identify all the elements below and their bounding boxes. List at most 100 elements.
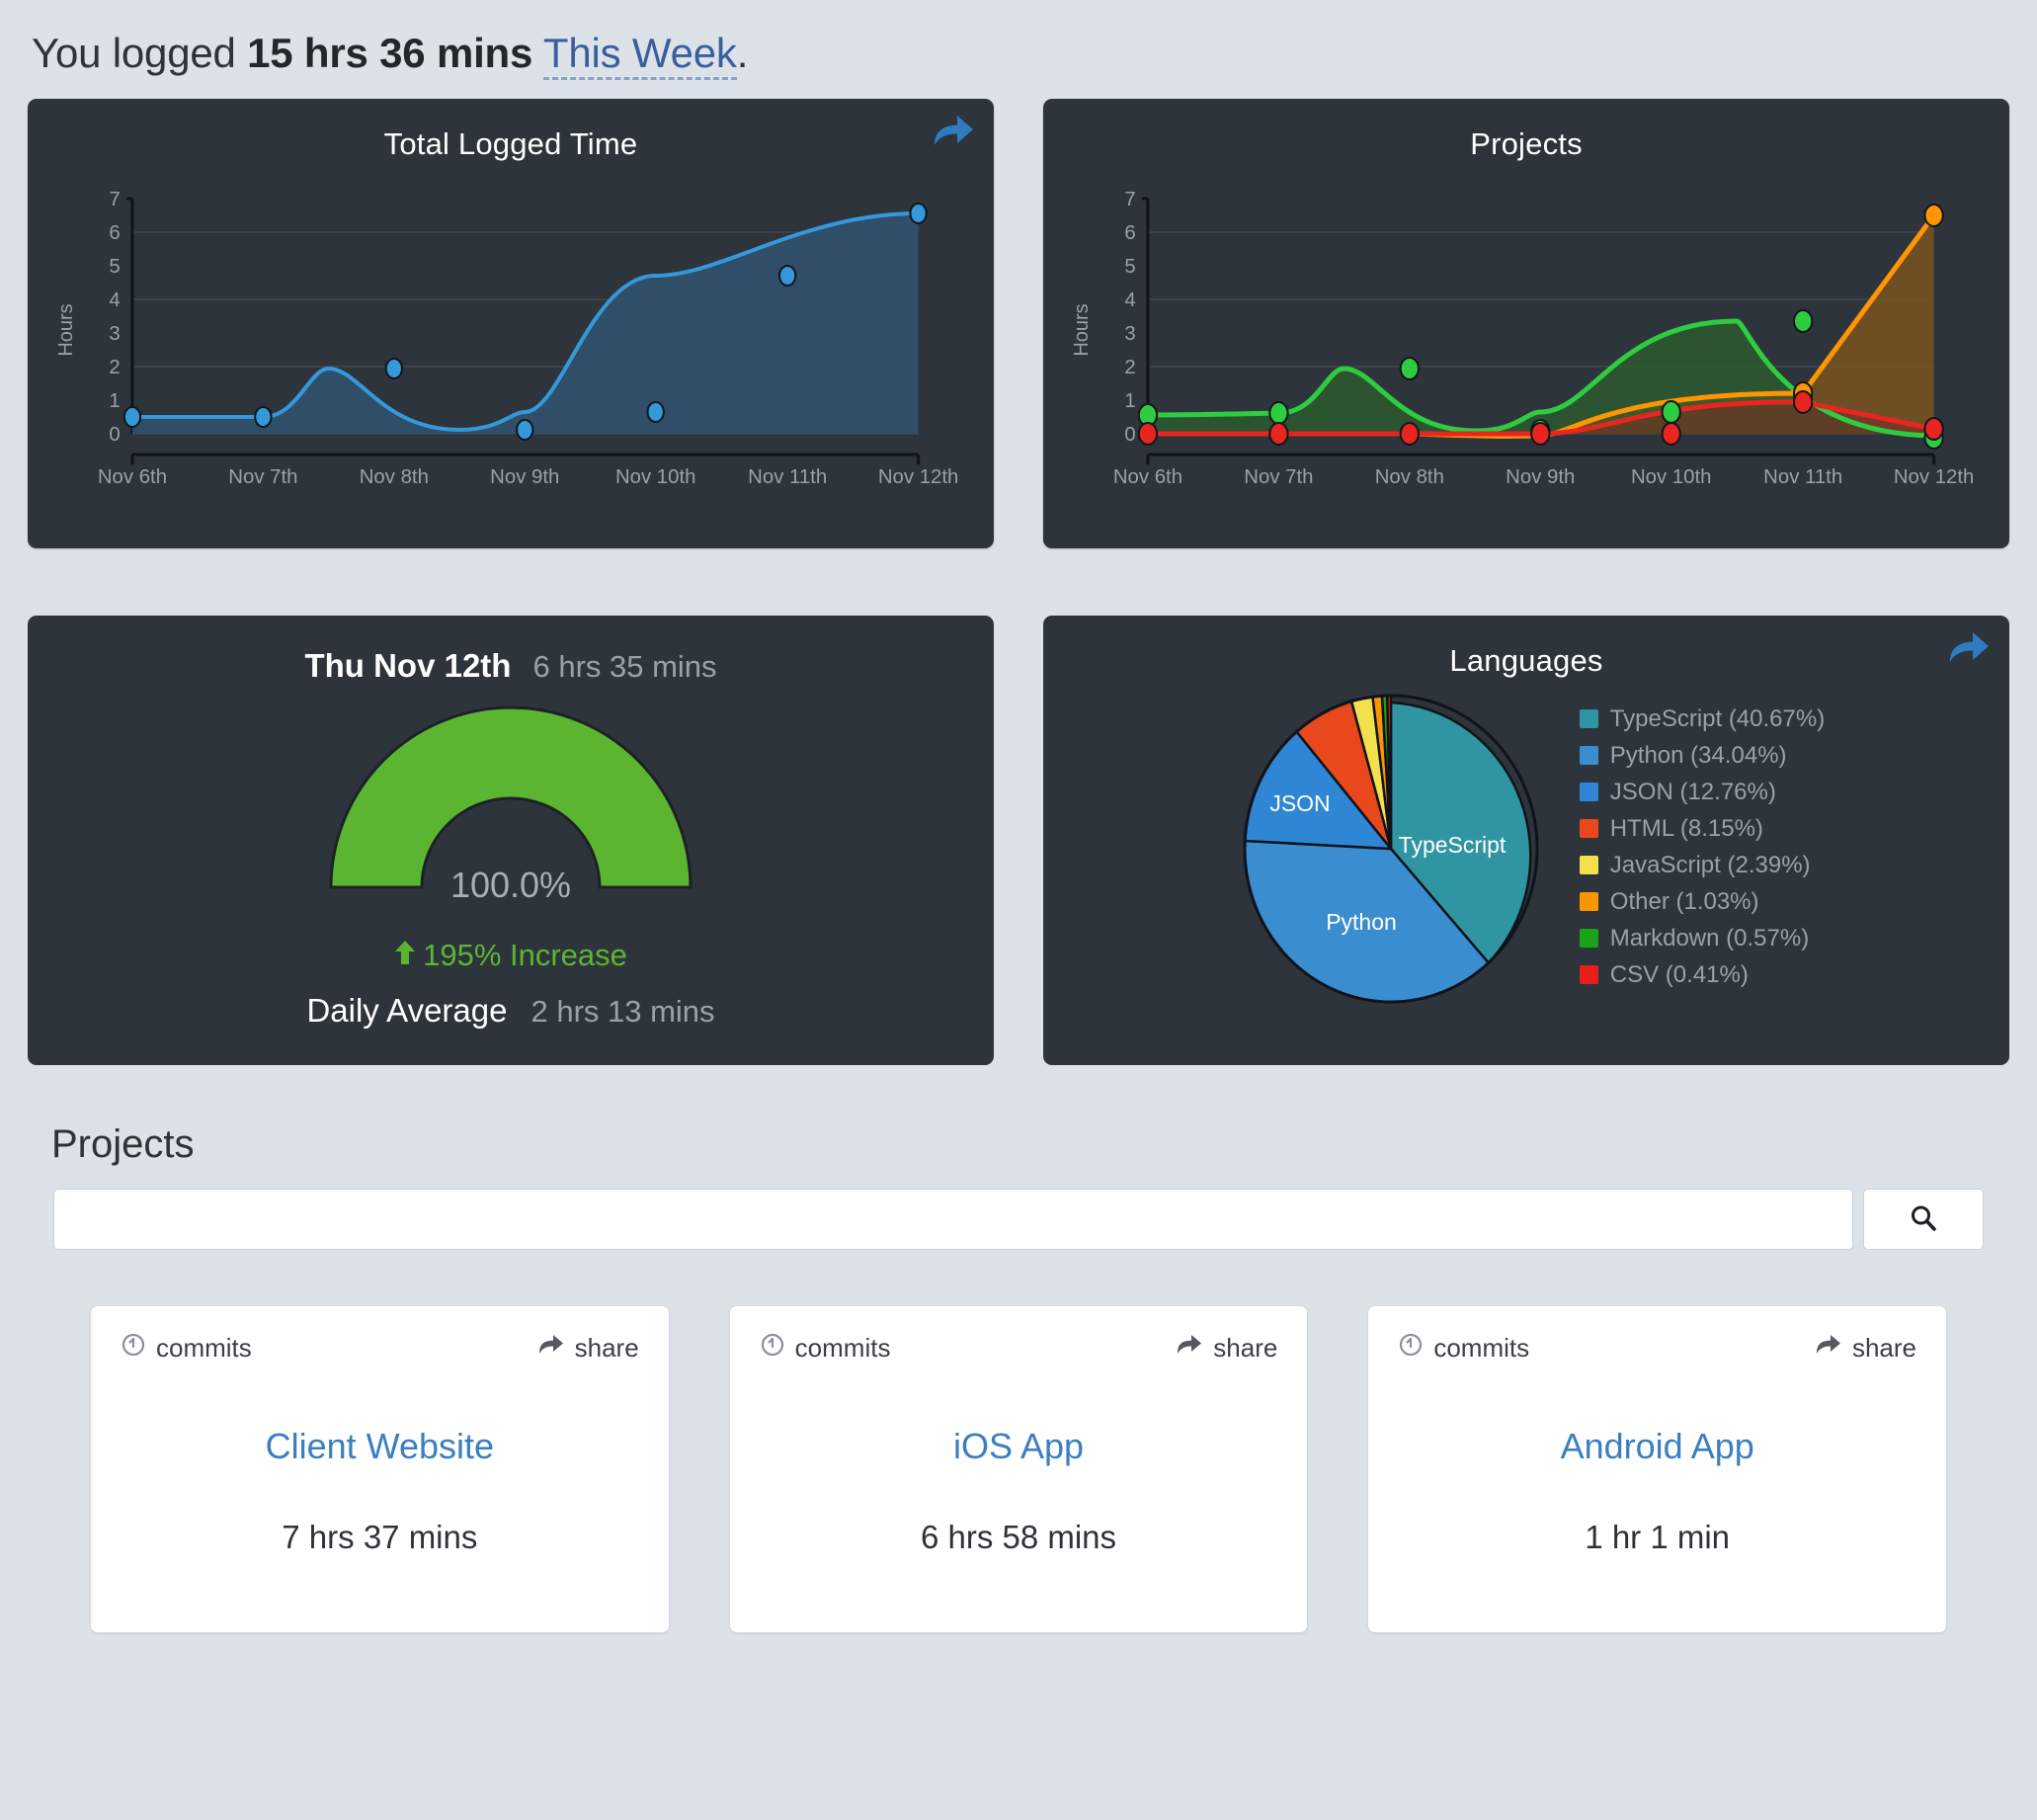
legend-label: JavaScript (2.39%) bbox=[1609, 851, 1811, 878]
svg-text:4: 4 bbox=[1124, 290, 1135, 311]
project-time: 6 hrs 58 mins bbox=[920, 1519, 1117, 1555]
svg-text:JSON: JSON bbox=[1269, 790, 1330, 816]
search-icon bbox=[1909, 1203, 1938, 1236]
arrow-up-icon bbox=[394, 938, 416, 973]
project-card[interactable]: commits share Client Website 7 hrs 37 mi… bbox=[91, 1306, 669, 1632]
daily-summary-card: Thu Nov 12th 6 hrs 35 mins 100.0% 195% I… bbox=[28, 616, 994, 1065]
legend-item: CSV (0.41%) bbox=[1579, 961, 1825, 989]
projects-chart-card: Projects 7 6 5 4 3 2 1 0 Hours Nov 6th N… bbox=[1043, 99, 2009, 548]
svg-text:5: 5 bbox=[109, 256, 120, 278]
projects-chart: 7 6 5 4 3 2 1 0 Hours Nov 6th Nov 7th No… bbox=[1043, 162, 2009, 488]
languages-chart: TypeScript Python JSON TypeScript (40.67… bbox=[1043, 689, 2009, 1005]
svg-text:7: 7 bbox=[109, 189, 120, 210]
headline-prefix: You logged bbox=[32, 30, 248, 76]
legend-label: HTML (8.15%) bbox=[1609, 814, 1763, 842]
svg-text:2: 2 bbox=[1124, 357, 1135, 378]
legend-swatch bbox=[1579, 819, 1598, 838]
daily-average-row: Daily Average 2 hrs 13 mins bbox=[28, 992, 994, 1030]
share-link[interactable]: share bbox=[1176, 1333, 1277, 1364]
commits-icon bbox=[1398, 1332, 1424, 1365]
svg-text:3: 3 bbox=[109, 323, 120, 345]
legend-item: TypeScript (40.67%) bbox=[1579, 705, 1825, 733]
x-tick-label: Nov 9th bbox=[490, 466, 559, 488]
share-arrow-icon[interactable] bbox=[931, 113, 976, 150]
total-logged-time-chart: 7 6 5 4 3 2 1 0 Hours Nov 6th Nov 7th No… bbox=[28, 162, 994, 488]
share-link[interactable]: share bbox=[537, 1333, 639, 1364]
legend-swatch bbox=[1579, 783, 1598, 801]
legend-label: Markdown (0.57%) bbox=[1609, 924, 1810, 951]
share-arrow-icon[interactable] bbox=[1946, 629, 1992, 667]
share-link[interactable]: share bbox=[1815, 1333, 1916, 1364]
commits-label: commits bbox=[1433, 1333, 1530, 1363]
x-tick-label: Nov 11th bbox=[1763, 466, 1842, 488]
legend-item: Other (1.03%) bbox=[1579, 888, 1825, 916]
share-arrow-icon bbox=[537, 1333, 565, 1364]
svg-text:TypeScript: TypeScript bbox=[1398, 832, 1506, 858]
gauge-change-label: 195% Increase bbox=[423, 938, 627, 972]
svg-text:4: 4 bbox=[109, 290, 120, 311]
svg-text:Hours: Hours bbox=[55, 303, 77, 356]
legend-swatch bbox=[1579, 929, 1598, 948]
languages-legend: TypeScript (40.67%) Python (34.04%) JSON… bbox=[1579, 705, 1825, 989]
share-arrow-icon bbox=[1815, 1333, 1842, 1364]
projects-section-title: Projects bbox=[51, 1122, 195, 1166]
headline-suffix: . bbox=[736, 30, 749, 76]
project-time: 7 hrs 37 mins bbox=[282, 1519, 478, 1555]
x-tick-label: Nov 6th bbox=[98, 466, 167, 488]
project-name-link[interactable]: Client Website bbox=[121, 1426, 639, 1467]
legend-swatch bbox=[1579, 965, 1598, 984]
project-cards-row: commits share Client Website 7 hrs 37 mi… bbox=[28, 1306, 2009, 1632]
total-logged-time-card: Total Logged Time 7 6 5 4 3 2 1 0 Hours bbox=[28, 99, 994, 548]
svg-text:2: 2 bbox=[109, 357, 120, 378]
commits-label: commits bbox=[156, 1333, 252, 1363]
x-tick-label: Nov 10th bbox=[1631, 466, 1711, 488]
legend-label: JSON (12.76%) bbox=[1609, 778, 1776, 805]
legend-swatch bbox=[1579, 746, 1598, 765]
daily-average-value: 2 hrs 13 mins bbox=[530, 994, 715, 1029]
project-name-link[interactable]: Android App bbox=[1398, 1426, 1916, 1467]
search-button[interactable] bbox=[1863, 1189, 1984, 1250]
commits-link[interactable]: commits bbox=[121, 1332, 252, 1365]
share-label: share bbox=[1851, 1333, 1917, 1363]
languages-card: Languages TypeScript Python JSON TypeScr… bbox=[1043, 616, 2009, 1065]
svg-text:Hours: Hours bbox=[1071, 303, 1093, 356]
svg-text:0: 0 bbox=[1124, 424, 1135, 446]
x-tick-label: Nov 6th bbox=[1113, 466, 1182, 488]
legend-item: Markdown (0.57%) bbox=[1579, 924, 1825, 952]
x-tick-label: Nov 8th bbox=[360, 466, 429, 488]
x-tick-label: Nov 10th bbox=[615, 466, 695, 488]
legend-swatch bbox=[1579, 709, 1598, 728]
share-label: share bbox=[1213, 1333, 1278, 1363]
svg-text:7: 7 bbox=[1124, 189, 1135, 210]
svg-text:0: 0 bbox=[109, 424, 120, 446]
project-card[interactable]: commits share iOS App 6 hrs 58 mins bbox=[729, 1306, 1308, 1632]
commits-icon bbox=[760, 1332, 785, 1365]
legend-item: HTML (8.15%) bbox=[1579, 814, 1825, 843]
commits-label: commits bbox=[794, 1333, 891, 1363]
svg-text:1: 1 bbox=[109, 390, 120, 412]
svg-text:3: 3 bbox=[1124, 323, 1135, 345]
project-name-link[interactable]: iOS App bbox=[760, 1426, 1278, 1467]
share-label: share bbox=[574, 1333, 639, 1363]
time-range-link[interactable]: This Week bbox=[542, 30, 737, 80]
dashboard-page: You logged 15 hrs 36 mins This Week. Tot… bbox=[0, 0, 2037, 1820]
commits-link[interactable]: commits bbox=[760, 1332, 891, 1365]
legend-swatch bbox=[1579, 856, 1598, 874]
svg-text:1: 1 bbox=[1124, 390, 1135, 412]
charts-row-top: Total Logged Time 7 6 5 4 3 2 1 0 Hours bbox=[28, 99, 2009, 548]
legend-item: Python (34.04%) bbox=[1579, 741, 1825, 770]
x-tick-label: Nov 7th bbox=[228, 466, 297, 488]
chart-title: Projects bbox=[1470, 126, 1583, 161]
commits-icon bbox=[121, 1332, 146, 1365]
search-input[interactable] bbox=[53, 1189, 1853, 1250]
svg-text:5: 5 bbox=[1124, 256, 1135, 278]
x-tick-label: Nov 9th bbox=[1506, 466, 1575, 488]
charts-row-mid: Thu Nov 12th 6 hrs 35 mins 100.0% 195% I… bbox=[28, 616, 2009, 1065]
x-tick-label: Nov 12th bbox=[878, 466, 958, 488]
x-tick-label: Nov 12th bbox=[1894, 466, 1974, 488]
commits-link[interactable]: commits bbox=[1398, 1332, 1529, 1365]
project-card[interactable]: commits share Android App 1 hr 1 min bbox=[1368, 1306, 1947, 1632]
gauge-day-total: 6 hrs 35 mins bbox=[532, 649, 717, 684]
svg-text:6: 6 bbox=[1124, 222, 1135, 244]
legend-label: Python (34.04%) bbox=[1609, 741, 1787, 769]
